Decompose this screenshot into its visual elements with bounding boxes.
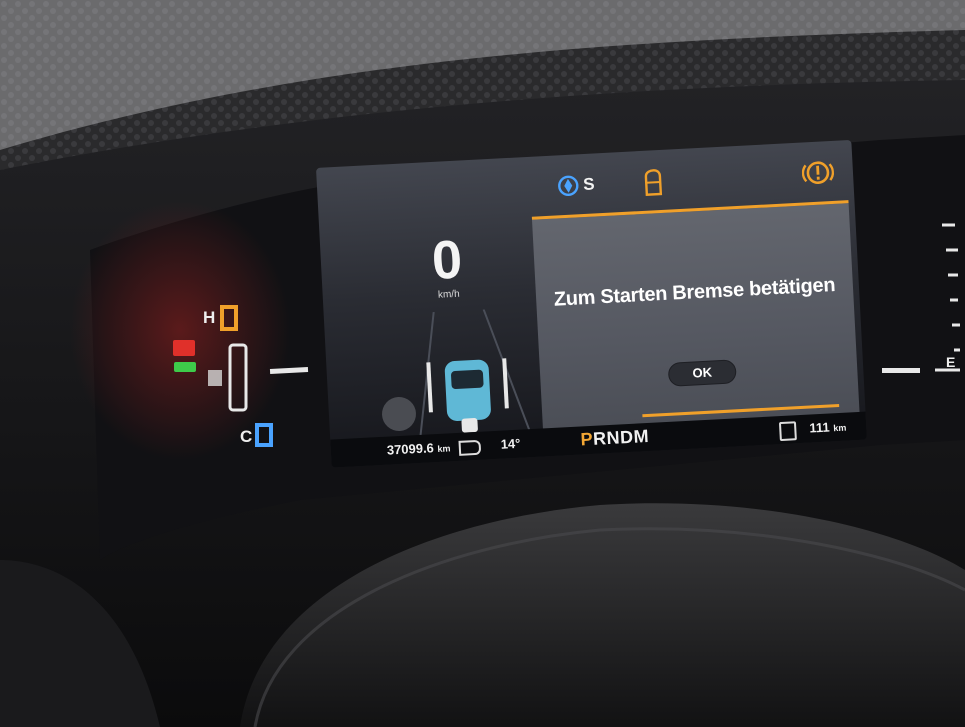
gear-active: P (580, 428, 594, 450)
warning-icon-row: S (557, 158, 854, 203)
range-value: 111 (808, 419, 831, 436)
gear-selector: PRNDM (580, 426, 650, 451)
brake-warning-icon (801, 161, 835, 185)
parking-sensor-icon (461, 418, 478, 433)
lights-icon (458, 439, 482, 456)
right-gauge-label: E (946, 354, 956, 370)
instrument-display: S 0 km/h Zum Starten Bremse betätigen OK (316, 139, 867, 468)
speed-value: 0 (430, 229, 464, 292)
speed-unit: km/h (437, 288, 460, 301)
lane-assist-view (381, 309, 532, 439)
odometer: 37099.6 km (386, 439, 450, 457)
message-dialog: Zum Starten Bremse betätigen OK (531, 200, 860, 430)
ok-button[interactable]: OK (667, 359, 737, 387)
gear-rest: RNDM (592, 425, 650, 449)
outside-temperature: 14° (500, 435, 521, 452)
odometer-unit: km (437, 443, 451, 455)
range-unit: km (833, 422, 847, 434)
drive-mode-label: S (582, 174, 596, 195)
car-icon (444, 359, 491, 421)
odometer-value: 37099.6 (386, 440, 435, 458)
fuel-pump-icon (778, 421, 797, 442)
door-open-icon (644, 169, 663, 196)
drive-mode-icon (558, 175, 579, 197)
left-gauge-bottom-label: C (240, 427, 253, 446)
range: 111 km (808, 419, 847, 436)
message-text: Zum Starten Bremse betätigen (553, 274, 836, 311)
left-gauge-top-label: H (203, 308, 216, 327)
